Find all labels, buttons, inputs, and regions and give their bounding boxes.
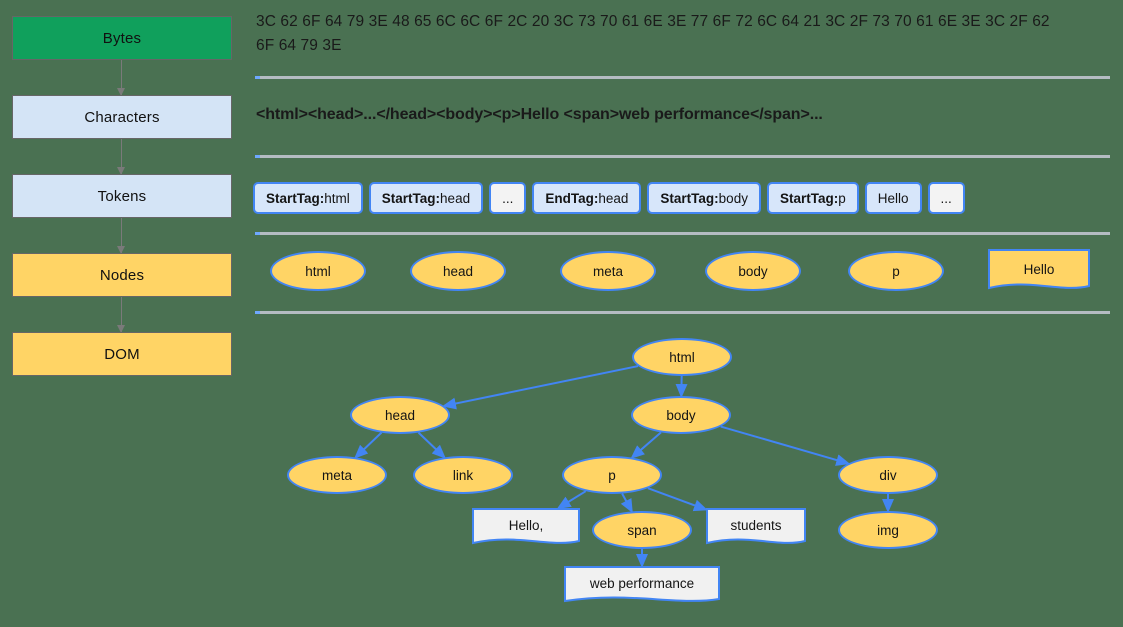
dom-node-link[interactable]: link <box>413 456 513 494</box>
stage-characters[interactable]: Characters <box>12 95 232 139</box>
stage-bytes-label: Bytes <box>103 30 142 47</box>
token-chip[interactable]: Hello <box>865 182 922 214</box>
tokens-list: StartTag: htmlStartTag: head...EndTag: h… <box>253 182 965 214</box>
node-ellipse[interactable]: p <box>848 251 944 291</box>
dom-node-label: img <box>877 523 899 538</box>
node-label: html <box>305 264 331 279</box>
token-chip[interactable]: ... <box>489 182 526 214</box>
token-value: Hello <box>878 191 909 206</box>
pipeline-column: Bytes Characters Tokens Nodes DOM <box>0 0 250 400</box>
nodes-list: html head meta body p Hello <box>250 241 1123 303</box>
divider-1 <box>255 76 1110 79</box>
dom-node-label: students <box>706 508 806 548</box>
token-value: head <box>598 191 628 206</box>
token-key: StartTag: <box>660 191 718 206</box>
dom-node-html[interactable]: html <box>632 338 732 376</box>
node-ellipse[interactable]: html <box>270 251 366 291</box>
dom-node-img[interactable]: img <box>838 511 938 549</box>
node-label: p <box>892 264 900 279</box>
dom-node-students[interactable]: students <box>706 508 806 548</box>
dom-node-head[interactable]: head <box>350 396 450 434</box>
stage-bytes[interactable]: Bytes <box>12 16 232 60</box>
token-key: EndTag: <box>545 191 598 206</box>
divider-3 <box>255 232 1110 235</box>
node-ellipse[interactable]: head <box>410 251 506 291</box>
dom-node-label: link <box>453 468 473 483</box>
token-value: head <box>440 191 470 206</box>
dom-node-label: div <box>879 468 896 483</box>
token-chip[interactable]: StartTag: p <box>767 182 859 214</box>
dom-node-label: p <box>608 468 616 483</box>
stage-nodes-label: Nodes <box>100 267 144 284</box>
dom-node-label: meta <box>322 468 352 483</box>
node-label: body <box>738 264 767 279</box>
stage-dom[interactable]: DOM <box>12 332 232 376</box>
node-label: head <box>443 264 473 279</box>
stage-nodes[interactable]: Nodes <box>12 253 232 297</box>
token-chip[interactable]: StartTag: html <box>253 182 363 214</box>
token-chip[interactable]: StartTag: body <box>647 182 761 214</box>
token-value: ... <box>502 191 513 206</box>
dom-node-hello[interactable]: Hello, <box>472 508 580 548</box>
token-value: body <box>719 191 748 206</box>
dom-node-label: body <box>666 408 695 423</box>
node-ellipse[interactable]: body <box>705 251 801 291</box>
divider-4 <box>255 311 1110 314</box>
stage-tokens-label: Tokens <box>98 188 147 205</box>
pipeline-arrow-4-icon <box>121 297 122 332</box>
characters-markup-text: <html><head>...</head><body><p>Hello <sp… <box>256 106 823 124</box>
stage-characters-label: Characters <box>84 109 159 126</box>
dom-node-webperf[interactable]: web performance <box>564 566 720 606</box>
token-chip[interactable]: EndTag: head <box>532 182 641 214</box>
pipeline-arrow-2-icon <box>121 139 122 174</box>
token-key: StartTag: <box>780 191 838 206</box>
node-label: Hello <box>988 249 1090 293</box>
dom-node-div[interactable]: div <box>838 456 938 494</box>
bytes-hex-text: 3C 62 6F 64 79 3E 48 65 6C 6C 6F 2C 20 3… <box>256 10 1056 58</box>
token-chip[interactable]: StartTag: head <box>369 182 483 214</box>
dom-node-p[interactable]: p <box>562 456 662 494</box>
stage-dom-label: DOM <box>104 346 140 363</box>
node-label: meta <box>593 264 623 279</box>
stage-tokens[interactable]: Tokens <box>12 174 232 218</box>
token-key: StartTag: <box>266 191 324 206</box>
token-chip[interactable]: ... <box>928 182 965 214</box>
dom-node-label: Hello, <box>472 508 580 548</box>
pipeline-arrow-1-icon <box>121 60 122 95</box>
dom-node-label: web performance <box>564 566 720 606</box>
dom-node-span[interactable]: span <box>592 511 692 549</box>
node-ellipse[interactable]: meta <box>560 251 656 291</box>
node-text-document[interactable]: Hello <box>988 249 1090 293</box>
token-value: p <box>838 191 846 206</box>
dom-node-label: span <box>627 523 656 538</box>
token-value: html <box>324 191 350 206</box>
dom-node-label: html <box>669 350 695 365</box>
token-key: StartTag: <box>382 191 440 206</box>
pipeline-arrow-3-icon <box>121 218 122 253</box>
divider-2 <box>255 155 1110 158</box>
dom-node-label: head <box>385 408 415 423</box>
dom-node-body[interactable]: body <box>631 396 731 434</box>
token-value: ... <box>941 191 952 206</box>
dom-node-meta[interactable]: meta <box>287 456 387 494</box>
